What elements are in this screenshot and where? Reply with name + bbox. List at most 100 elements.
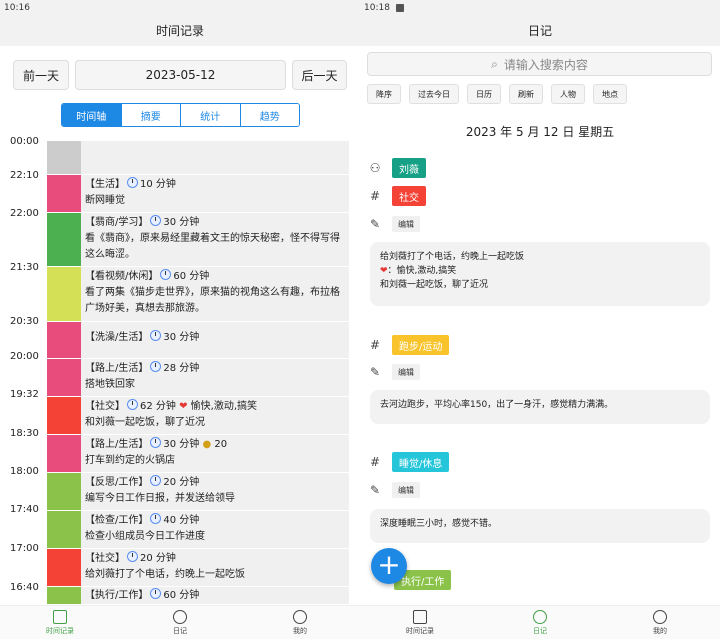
nav-label: 时间记录	[406, 626, 434, 635]
pencil-icon: ✎	[369, 217, 381, 231]
diary-text: 深度睡眠三小时，感觉不错。	[380, 519, 498, 529]
edit-button[interactable]: 编辑	[392, 216, 420, 232]
category-tag[interactable]: 睡觉/休息	[392, 452, 450, 472]
entry-tag: 【社交】	[85, 553, 125, 564]
entry-color-bar	[47, 549, 81, 586]
clock-icon	[150, 215, 162, 226]
tab-timeline[interactable]: 时间轴	[62, 104, 121, 126]
nav-time-record[interactable]: 时间记录	[0, 606, 120, 639]
time-label: 17:40	[10, 504, 39, 515]
bottom-nav: 时间记录 日记 我的	[360, 605, 720, 639]
entry-note: 搭地铁回家	[85, 379, 135, 390]
clock-icon	[150, 513, 162, 524]
timeline-entry[interactable]: 【检查/工作】 40 分钟 检查小组成员今日工作进度	[47, 511, 349, 549]
bottom-nav: 时间记录 日记 我的	[0, 605, 360, 639]
tab-summary[interactable]: 摘要	[120, 104, 180, 126]
nav-diary[interactable]: 日记	[120, 606, 240, 639]
entry-color-bar	[47, 511, 81, 548]
entry-color-bar	[47, 267, 81, 321]
entry-tag: 【检查/工作】	[85, 515, 149, 526]
timeline-entry[interactable]: 【看视频/休闲】 60 分钟 看了两集《猫步走世界》，原来猫的视角这么有趣，布拉格广…	[47, 267, 349, 322]
nav-time-record[interactable]: 时间记录	[360, 606, 480, 639]
entry-note: 看了两集《猫步走世界》，原来猫的视角这么有趣，布拉格广场好美，真想去那旅游。	[85, 287, 340, 314]
user-icon	[653, 609, 667, 624]
sim-icon	[395, 4, 404, 12]
nav-label: 日记	[173, 626, 187, 635]
filter-bar: 降序 过去今日 日历 刷新 人物 地点	[367, 84, 627, 104]
timeline[interactable]: 00:00 22:10 22:00 21:30 20:30 20:00 19:3…	[0, 136, 360, 605]
clock-icon	[150, 475, 162, 486]
timeline-entry[interactable]	[47, 141, 349, 175]
pencil-icon: ✎	[369, 365, 381, 379]
hash-icon: #	[369, 189, 381, 203]
lightning-icon	[413, 609, 427, 624]
timeline-entry[interactable]: 【路上/生活】 28 分钟 搭地铁回家	[47, 359, 349, 397]
timeline-entry[interactable]: 【洗澡/生活】 30 分钟	[47, 322, 349, 359]
next-day-button[interactable]: 后一天	[292, 60, 347, 90]
time-label: 20:00	[10, 351, 39, 362]
entry-color-bar	[47, 175, 81, 212]
timeline-entry[interactable]: 【翡商/学习】 30 分钟 看《翡商》，原来易经里藏着文王的惊天秘密，怪不得写得这么…	[47, 213, 349, 267]
diary-card[interactable]: 深度睡眠三小时，感觉不错。	[370, 509, 710, 543]
location-button[interactable]: 地点	[593, 84, 627, 104]
entry-tag: 【生活】	[85, 179, 125, 190]
timeline-entry[interactable]: 【生活】 10 分钟 断网睡觉	[47, 175, 349, 213]
diary-mood: ：愉快,激动,搞笑	[387, 266, 457, 276]
sort-desc-button[interactable]: 降序	[367, 84, 401, 104]
time-label: 16:40	[10, 582, 39, 593]
diary-card[interactable]: 给刘薇打了个电话，约晚上一起吃饭 ❤：愉快,激动,搞笑 和刘薇一起吃饭，聊了近况	[370, 242, 710, 306]
time-label: 19:32	[10, 389, 39, 400]
category-tag[interactable]: 跑步/运动	[392, 335, 450, 355]
entry-duration: 60 分钟	[163, 590, 200, 601]
time-label: 21:30	[10, 262, 39, 273]
category-tag[interactable]: 社交	[392, 186, 426, 206]
add-entry-button[interactable]: +	[371, 548, 407, 584]
edit-row: ✎ 编辑	[368, 216, 420, 232]
nav-diary[interactable]: 日记	[480, 606, 600, 639]
diary-card[interactable]: 去河边跑步，平均心率150，出了一身汗，感觉精力满满。	[370, 390, 710, 424]
nav-profile[interactable]: 我的	[600, 606, 720, 639]
prev-day-button[interactable]: 前一天	[13, 60, 69, 90]
search-input[interactable]: ⌕ 请输入搜索内容	[367, 52, 712, 76]
calendar-button[interactable]: 日历	[467, 84, 501, 104]
entry-tag: 【社交】	[85, 401, 125, 412]
person-row: ⚇ 刘薇	[368, 158, 426, 178]
timeline-entry[interactable]: 【路上/生活】 30 分钟 ● 20 打车到约定的火锅店	[47, 435, 349, 473]
entry-mood: 愉快,激动,搞笑	[190, 401, 258, 412]
entry-note: 编写今日工作日报，并发送给领导	[85, 493, 235, 504]
edit-button[interactable]: 编辑	[392, 364, 420, 380]
timeline-entry[interactable]: 【社交】 20 分钟 给刘薇打了个电话，约晚上一起吃饭	[47, 549, 349, 587]
pencil-icon: ✎	[369, 483, 381, 497]
entry-tag: 【执行/工作】	[85, 590, 149, 601]
people-button[interactable]: 人物	[551, 84, 585, 104]
entry-note: 和刘薇一起吃饭，聊了近况	[85, 417, 205, 428]
plus-icon: +	[377, 548, 401, 581]
timeline-entry[interactable]: 【社交】 62 分钟 ❤ 愉快,激动,搞笑 和刘薇一起吃饭，聊了近况	[47, 397, 349, 435]
entry-color-bar	[47, 587, 81, 604]
entry-color-bar	[47, 359, 81, 396]
status-bar: 10:16	[0, 0, 360, 16]
timeline-entry[interactable]: 【反思/工作】 20 分钟 编写今日工作日报，并发送给领导	[47, 473, 349, 511]
diary-text: 给刘薇打了个电话，约晚上一起吃饭	[380, 252, 525, 262]
refresh-button[interactable]: 刷新	[509, 84, 543, 104]
tab-stats[interactable]: 统计	[180, 104, 240, 126]
person-tag[interactable]: 刘薇	[392, 158, 426, 178]
diary-pane: 10:18 日记 ⌕ 请输入搜索内容 降序 过去今日 日历 刷新 人物 地点 2…	[360, 0, 720, 639]
entry-note: 断网睡觉	[85, 195, 125, 206]
entry-tag: 【翡商/学习】	[85, 217, 149, 228]
edit-button[interactable]: 编辑	[392, 482, 420, 498]
date-picker[interactable]: 2023-05-12	[75, 60, 286, 90]
timeline-entry[interactable]: 【执行/工作】 60 分钟	[47, 587, 349, 605]
entry-duration: 40 分钟	[163, 515, 200, 526]
past-today-button[interactable]: 过去今日	[409, 84, 459, 104]
tag-row: # 社交	[368, 186, 426, 206]
entry-color-bar	[47, 473, 81, 510]
view-tabs: 时间轴 摘要 统计 趋势	[61, 103, 300, 127]
search-icon: ⌕	[491, 56, 498, 71]
time-label: 22:10	[10, 170, 39, 181]
entry-note: 给刘薇打了个电话，约晚上一起吃饭	[85, 569, 245, 580]
clock-icon	[150, 437, 162, 448]
nav-profile[interactable]: 我的	[240, 606, 360, 639]
tab-trend[interactable]: 趋势	[239, 104, 299, 126]
entry-color-bar	[47, 435, 81, 472]
